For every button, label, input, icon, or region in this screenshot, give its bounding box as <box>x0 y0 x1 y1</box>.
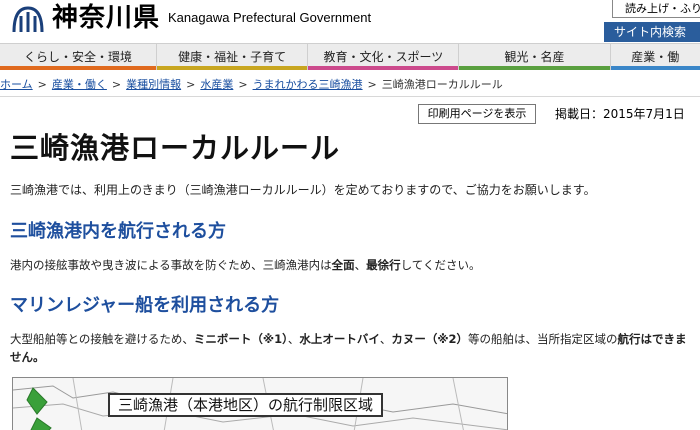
breadcrumb-current: 三崎漁港ローカルルール <box>381 78 503 91</box>
breadcrumb-divider <box>0 96 700 97</box>
nav-item-education[interactable]: 教育・文化・スポーツ <box>308 44 460 70</box>
section-heading-navigation: 三崎漁港内を航行される方 <box>10 221 226 242</box>
nav-item-industry[interactable]: 産業・働 <box>610 44 700 70</box>
global-nav: くらし・安全・環境 健康・福祉・子育て 教育・文化・スポーツ 観光・名産 産業・… <box>0 43 700 70</box>
breadcrumb-link-industry[interactable]: 産業・働く <box>52 78 107 91</box>
map-title: 三崎漁港（本港地区）の航行制限区域 <box>108 393 384 417</box>
nav-item-lifestyle[interactable]: くらし・安全・環境 <box>0 44 158 70</box>
intro-text: 三崎漁港では、利用上のきまり（三崎漁港ローカルルール）を定めておりますので、ご協… <box>10 183 596 197</box>
page-title: 三崎漁港ローカルルール <box>10 131 341 165</box>
text-fragment: 、 <box>379 332 392 346</box>
section-text-marine-leisure: 大型船舶等との接触を避けるため、ミニボート（※1）、水上オートバイ、カヌー（※2… <box>10 330 695 366</box>
bold-text: 最徐行 <box>366 258 401 272</box>
breadcrumb: ホーム > 産業・働く > 業種別情報 > 水産業 > うまれかわる三崎漁港 > 三崎漁港ローカルル… <box>0 76 700 94</box>
breadcrumb-separator: > <box>238 78 248 91</box>
breadcrumb-separator: > <box>186 78 196 91</box>
text-fragment: 大型船舶等との接触を避けるため、 <box>10 332 194 346</box>
breadcrumb-separator: > <box>111 78 122 91</box>
text-fragment: 、 <box>354 258 367 272</box>
bold-text: 水上オートバイ <box>299 332 380 346</box>
breadcrumb-link-by-sector[interactable]: 業種別情報 <box>126 78 181 91</box>
kanagawa-emblem-icon[interactable] <box>10 4 46 36</box>
section-heading-marine-leisure: マリンレジャー船を利用される方 <box>10 295 280 316</box>
site-logo-english: Kanagawa Prefectural Government <box>168 10 372 25</box>
breadcrumb-link-misaki-port[interactable]: うまれかわる三崎漁港 <box>253 78 363 91</box>
breadcrumb-separator: > <box>367 78 377 91</box>
section-text-navigation: 港内の接舷事故や曳き波による事故を防ぐため、三崎漁港内は全面、最徐行してください… <box>10 256 480 274</box>
text-fragment: 港内の接舷事故や曳き波による事故を防ぐため、三崎漁港内は <box>10 258 332 272</box>
page-root: { "header": { "logo_jp": "神奈川県", "logo_e… <box>0 0 700 430</box>
breadcrumb-link-home[interactable]: ホーム <box>0 78 33 91</box>
site-header: 神奈川県 Kanagawa Prefectural Government 読み上… <box>0 0 700 42</box>
text-fragment: 、 <box>287 332 300 346</box>
print-page-button[interactable]: 印刷用ページを表示 <box>418 104 536 124</box>
site-logo-text[interactable]: 神奈川県 <box>52 2 160 34</box>
breadcrumb-separator: > <box>37 78 47 91</box>
readout-button[interactable]: 読み上げ・ふり <box>612 0 700 18</box>
text-fragment: してください。 <box>400 258 481 272</box>
bold-text: ミニボート（※1） <box>193 332 288 346</box>
bold-text: 全面 <box>331 258 355 272</box>
posted-date: 掲載日：2015年7月1日 <box>555 107 685 121</box>
bold-text: カヌー（※2） <box>391 332 469 346</box>
nav-item-tourism[interactable]: 観光・名産 <box>459 44 611 70</box>
nav-item-health[interactable]: 健康・福祉・子育て <box>157 44 309 70</box>
site-search-button[interactable]: サイト内検索 <box>604 22 700 42</box>
breadcrumb-link-fisheries[interactable]: 水産業 <box>200 78 233 91</box>
text-fragment: 等の船舶は、当所指定区域の <box>468 332 618 346</box>
